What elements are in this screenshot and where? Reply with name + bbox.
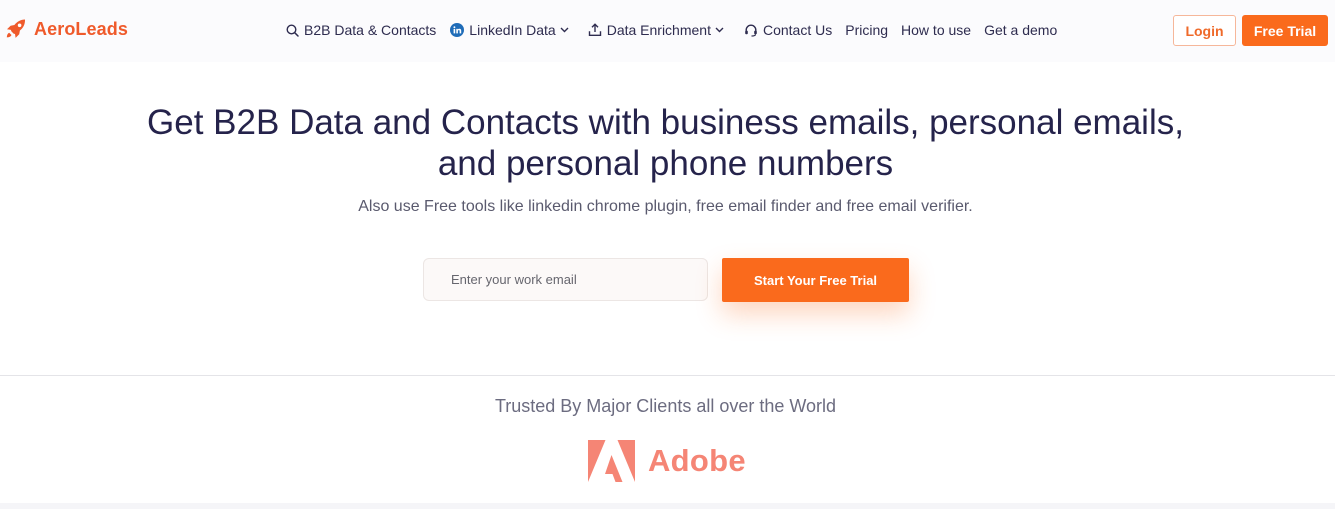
nav-item-label: Get a demo xyxy=(984,22,1058,38)
hero-headline-line-1: Get B2B Data and Contacts with business … xyxy=(147,103,1184,142)
nav-item-b2b-data[interactable]: B2B Data & Contacts xyxy=(286,22,436,38)
top-navigation-bar: AeroLeads B2B Data & Contacts LinkedIn D… xyxy=(0,0,1335,62)
work-email-input[interactable] xyxy=(423,258,708,301)
nav-item-how-to-use[interactable]: How to use xyxy=(901,22,971,38)
nav-item-pricing[interactable]: Pricing xyxy=(845,22,888,38)
login-button[interactable]: Login xyxy=(1173,15,1236,46)
nav-item-data-enrichment[interactable]: Data Enrichment xyxy=(588,22,724,38)
upload-icon xyxy=(588,23,602,37)
section-divider xyxy=(0,375,1335,376)
nav-item-label: Data Enrichment xyxy=(606,22,711,38)
nav-item-label: How to use xyxy=(901,22,972,38)
adobe-client-logo: Adobe xyxy=(588,440,746,482)
adobe-icon xyxy=(588,440,635,482)
chevron-down-icon xyxy=(560,27,569,33)
brand-logo[interactable]: AeroLeads xyxy=(4,17,128,41)
nav-item-label: Contact Us xyxy=(762,22,833,38)
start-free-trial-button[interactable]: Start Your Free Trial xyxy=(722,258,909,302)
chevron-down-icon xyxy=(715,27,724,33)
main-nav: B2B Data & Contacts LinkedIn Data Data E… xyxy=(286,0,1057,60)
brand-name: AeroLeads xyxy=(34,18,128,39)
hero-headline: Get B2B Data and Contacts with business … xyxy=(0,102,1331,184)
linkedin-icon xyxy=(450,23,465,37)
headset-icon xyxy=(744,23,758,37)
nav-item-get-a-demo[interactable]: Get a demo xyxy=(984,22,1057,38)
hero-headline-line-2: and personal phone numbers xyxy=(437,144,894,183)
rocket-icon xyxy=(6,19,26,38)
nav-item-label: LinkedIn Data xyxy=(469,22,556,38)
search-icon xyxy=(286,23,299,37)
free-trial-button[interactable]: Free Trial xyxy=(1242,15,1328,46)
next-section-edge xyxy=(0,503,1335,509)
nav-item-label: Pricing xyxy=(845,22,889,38)
nav-item-label: B2B Data & Contacts xyxy=(304,22,437,38)
adobe-logo-text: Adobe xyxy=(648,443,746,478)
nav-item-contact-us[interactable]: Contact Us xyxy=(744,22,832,38)
trusted-clients-heading: Trusted By Major Clients all over the Wo… xyxy=(494,396,837,416)
hero-subheadline: Also use Free tools like linkedin chrome… xyxy=(358,198,973,215)
nav-item-linkedin-data[interactable]: LinkedIn Data xyxy=(450,22,569,38)
